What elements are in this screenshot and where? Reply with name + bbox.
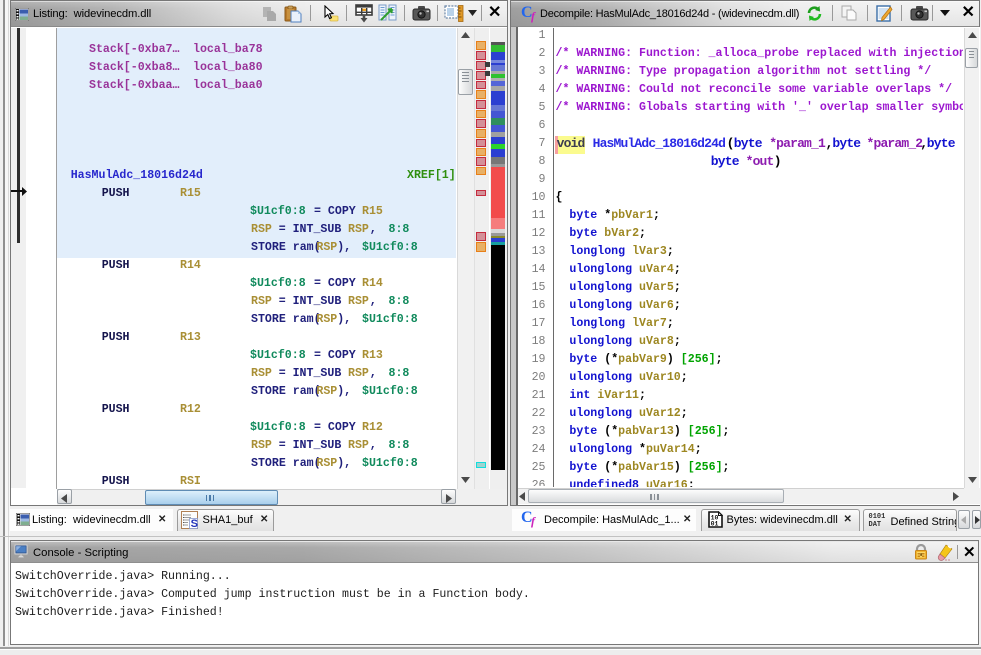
svg-text:01: 01 <box>710 521 718 528</box>
svg-text:S: S <box>191 518 198 529</box>
